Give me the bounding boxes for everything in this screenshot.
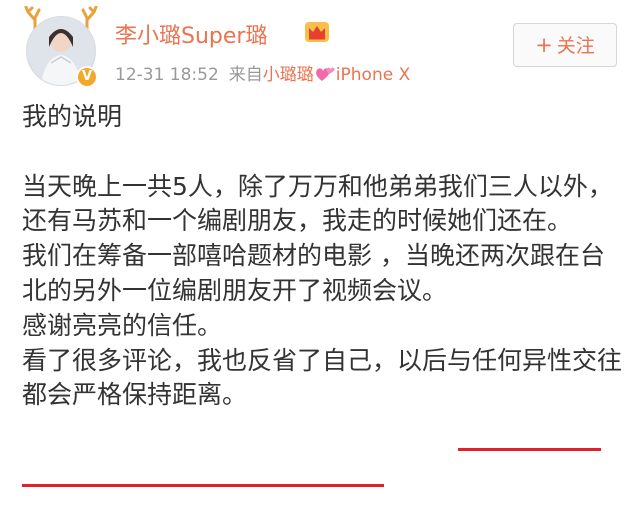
avatar-frame[interactable]: V: [22, 6, 100, 88]
post-text: 我的说明 当天晚上一共5人，除了万万和他弟弟我们三人以外，还有马苏和一个编剧朋友…: [22, 100, 622, 413]
post-meta: 12-31 18:52 来自小璐璐 iPhone X: [115, 60, 410, 85]
source-prefix: 来自: [228, 65, 263, 85]
username[interactable]: 李小璐Super璐: [115, 18, 267, 50]
follow-button-label: 关注: [556, 35, 595, 57]
post-paragraph-highlighted: 看了很多评论，我也反省了自己，以后与任何异性交往都会严格保持距离。: [22, 345, 623, 410]
vip-crown-icon[interactable]: [304, 20, 330, 44]
post-paragraph: 当天晚上一共5人，除了万万和他弟弟我们三人以外，还有马苏和一个编剧朋友，我走的时…: [22, 171, 613, 236]
follow-button[interactable]: + 关注: [513, 23, 617, 67]
plus-icon: +: [535, 33, 553, 57]
post-paragraph: 我们在筹备一部嘻哈题材的电影 ，当晚还两次跟在台北的另外一位编剧朋友开了视频会议…: [22, 241, 605, 305]
post-timestamp[interactable]: 12-31 18:52: [115, 65, 219, 85]
post-title: 我的说明: [22, 102, 123, 131]
verified-badge-icon: V: [76, 66, 98, 88]
pink-hearts-icon: [315, 67, 335, 81]
source-device-link[interactable]: iPhone X: [336, 65, 410, 85]
highlight-underline: [22, 484, 384, 487]
weibo-post: V 李小璐Super璐 12-31 18:52 来自小璐璐 iPhone X + 关注…: [0, 0, 641, 513]
post-paragraph: 感谢亮亮的信任。: [22, 310, 223, 340]
source-name-link[interactable]: 小璐璐: [263, 65, 314, 85]
highlight-underline: [458, 448, 601, 451]
